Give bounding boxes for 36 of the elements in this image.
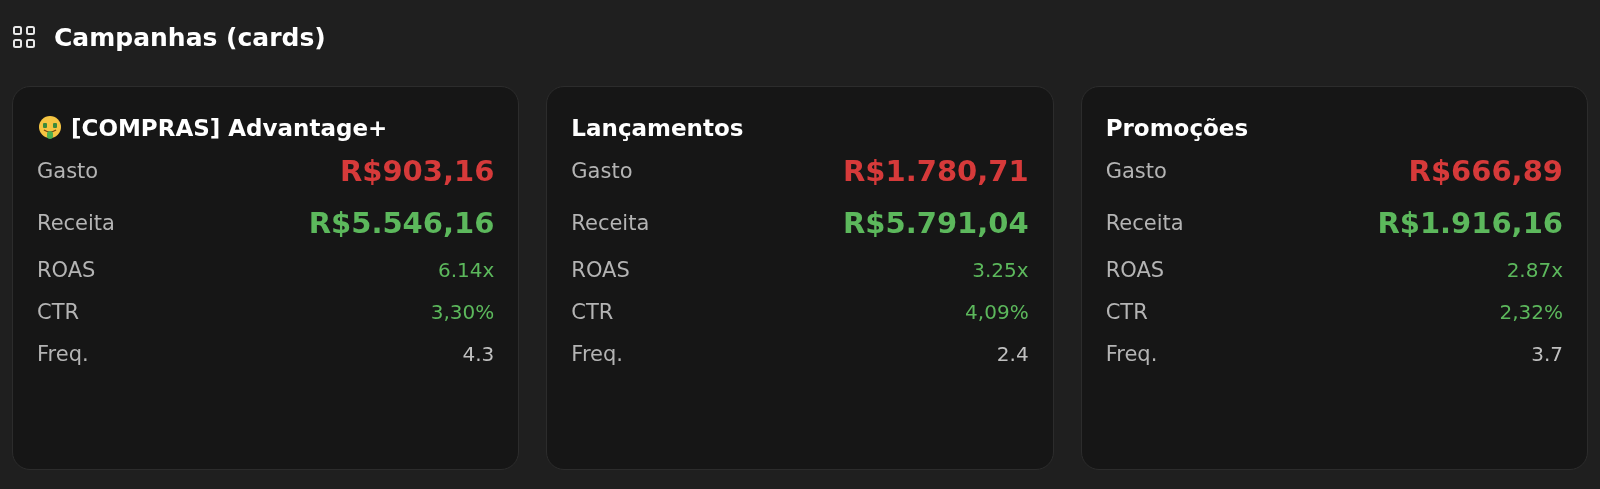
metric-label: Gasto <box>37 159 99 183</box>
campaign-title: Lançamentos <box>571 115 744 141</box>
metric-value: 2,32% <box>1499 300 1563 324</box>
campaign-title: Promoções <box>1105 115 1249 141</box>
metric-value: 2.87x <box>1506 258 1563 282</box>
metric-value: R$666,89 <box>1408 154 1563 188</box>
metric-value: 6.14x <box>437 258 495 282</box>
metric-value: R$1.780,71 <box>843 154 1029 188</box>
metric-value: R$5.546,16 <box>308 206 495 240</box>
metric-value: R$903,16 <box>339 154 495 188</box>
metric-label: ROAS <box>37 258 96 282</box>
metric-label: Gasto <box>571 159 633 183</box>
metric-label: ROAS <box>1105 258 1165 282</box>
metric-label: Freq. <box>571 342 623 366</box>
metric-value: 3.25x <box>972 258 1029 282</box>
metric-value: R$1.916,16 <box>1377 206 1563 240</box>
metric-label: ROAS <box>571 258 630 282</box>
metric-value: 4,09% <box>965 300 1029 324</box>
metric-label: Receita <box>1105 211 1184 235</box>
grid-icon <box>12 25 36 49</box>
metric-value: R$5.791,04 <box>843 206 1029 240</box>
metric-label: CTR <box>1105 300 1148 324</box>
campaign-title: [COMPRAS] Advantage+ <box>71 115 388 141</box>
metric-label: Receita <box>37 211 115 235</box>
metric-label: CTR <box>571 300 614 324</box>
metric-label: Freq. <box>37 342 89 366</box>
metric-label: Gasto <box>1105 159 1167 183</box>
metric-value: 3,30% <box>430 300 495 324</box>
metric-label: CTR <box>37 300 80 324</box>
metric-label: Receita <box>571 211 650 235</box>
metric-value: 4.3 <box>462 342 495 366</box>
metric-label: Freq. <box>1105 342 1158 366</box>
section-title: Campanhas (cards) <box>54 22 326 52</box>
metric-value: 2.4 <box>996 342 1029 366</box>
metric-value: 3.7 <box>1531 342 1563 366</box>
smiley-icon <box>37 115 63 141</box>
